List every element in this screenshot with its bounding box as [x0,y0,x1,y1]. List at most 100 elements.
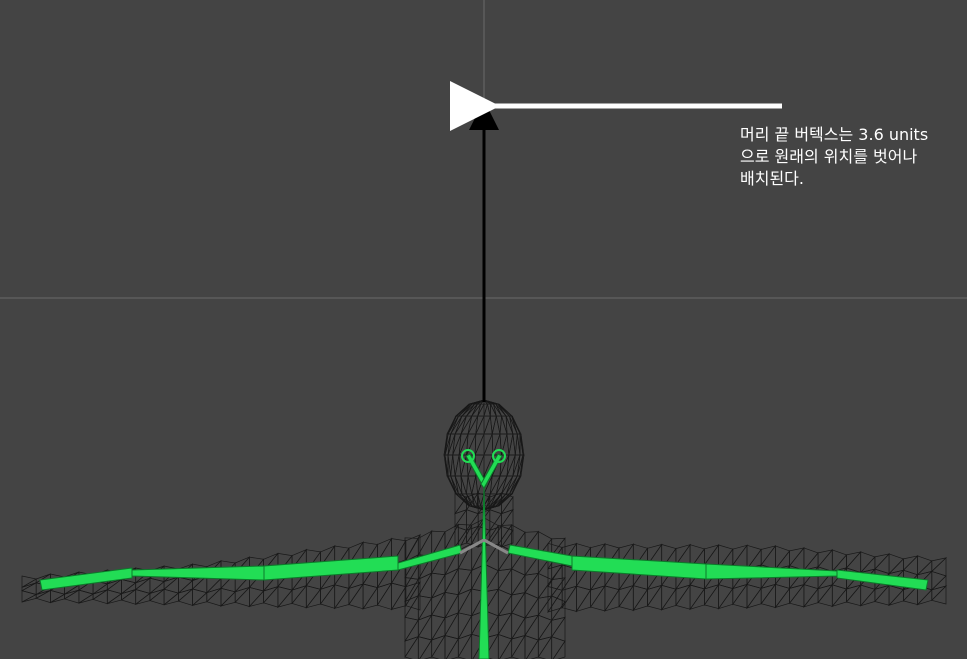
bone-forearm-right[interactable] [705,563,838,580]
annotation-text: 머리 끝 버텍스는 3.6 units 으로 원래의 위치를 벗어나 배치된다. [740,124,965,190]
3d-viewport[interactable]: 머리 끝 버텍스는 3.6 units 으로 원래의 위치를 벗어나 배치된다. [0,0,967,659]
mesh-triangle [552,640,566,659]
mesh-triangle [537,614,553,642]
mesh-triangle [689,587,705,610]
mesh-triangle [887,588,904,606]
mesh-triangle [497,633,513,659]
mesh-triangle [717,587,734,610]
mesh-triangle [497,593,513,617]
mesh-triangle [50,593,65,603]
mesh-triangle [477,404,485,417]
mesh-triangle [491,416,501,435]
mesh-triangle [454,495,467,515]
annotation-line-2: 으로 원래의 위치를 벗어나 [740,147,918,166]
mesh-triangle [746,587,762,609]
bone-forearm-left[interactable] [131,565,265,581]
mesh-triangle [192,588,208,607]
mesh-triangle [276,589,293,608]
mesh-triangle [860,584,876,607]
mesh-triangle [121,582,137,595]
mesh-triangle [404,618,419,642]
mesh-triangle [262,585,279,608]
mesh-triangle [660,588,677,611]
mesh-triangle [500,529,514,548]
mesh-triangle [916,560,933,576]
mesh-triangle [537,594,553,621]
mesh-triangle [417,613,433,641]
mesh-triangle [444,635,459,659]
mesh-triangle [774,587,790,609]
mesh-triangle [417,636,433,659]
mesh-triangle [859,588,876,607]
mesh-triangle [537,578,553,599]
mesh-triangle [444,567,459,596]
mesh-triangle [490,403,497,417]
bone-hand-left[interactable] [39,567,133,591]
mesh-triangle [457,570,473,596]
mesh-triangle [803,547,819,572]
mesh-triangle [499,637,513,659]
mesh-triangle [78,593,94,604]
mesh-triangle [551,636,566,659]
mesh-triangle [916,588,933,606]
mesh-triangle [333,587,350,609]
annotation-line-3: 배치된다. [740,169,804,188]
mesh-triangle [192,591,208,606]
mesh-triangle [163,588,180,606]
mesh-triangle [107,593,122,605]
mesh-triangle [874,553,890,575]
mesh-triangle [430,616,446,641]
mesh-triangle [390,585,407,610]
mesh-triangle [163,592,179,606]
skeleton-bones[interactable] [39,449,929,659]
mesh-triangle [444,611,459,640]
mesh-triangle [831,553,847,573]
mesh-triangle [219,590,236,607]
mesh-triangle [888,584,905,607]
mesh-triangle [575,588,591,613]
mesh-triangle [21,593,37,603]
mesh-triangle [404,594,419,621]
mesh-triangle [444,593,459,619]
mesh-triangle [465,512,479,531]
mesh-triangle [604,588,620,612]
bone-upperarm-right[interactable] [571,555,707,580]
mesh-triangle [845,550,862,573]
mesh-triangle [524,555,539,576]
mesh-triangle [483,433,494,456]
mesh-triangle [457,587,473,617]
mesh-triangle [510,574,526,596]
mesh-triangle [831,588,847,607]
mesh-triangle [524,597,539,619]
mesh-triangle [831,584,848,608]
mesh-triangle [467,475,477,494]
mesh-triangle [248,590,264,608]
mesh-triangle [135,589,151,606]
mesh-triangle [802,587,819,608]
mesh-triangle [888,558,904,575]
mesh-triangle [632,588,648,611]
mesh-triangle [362,586,378,610]
mesh-triangle [471,493,479,506]
annotation-line-1: 머리 끝 버텍스는 3.6 units [740,125,929,144]
mesh-triangle [775,545,791,571]
mesh-triangle [516,433,521,456]
bone-link-neck-right [483,538,509,555]
mesh-triangle [537,572,553,600]
mesh-triangle [483,402,491,417]
mesh-triangle [220,587,236,607]
mesh-triangle [511,612,526,641]
mesh-triangle [430,573,446,599]
mesh-triangle [789,546,805,571]
mesh-triangle [931,585,947,605]
viewport-scene [0,0,967,659]
mesh-triangle [511,634,526,659]
mesh-triangle [234,586,250,607]
bone-upperarm-left[interactable] [263,555,399,581]
mesh-triangle [404,578,419,603]
mesh-triangle [497,549,513,572]
mesh-triangle [524,592,539,620]
mesh-triangle [817,548,833,572]
mesh-triangle [431,591,446,619]
mesh-triangle [291,584,307,609]
